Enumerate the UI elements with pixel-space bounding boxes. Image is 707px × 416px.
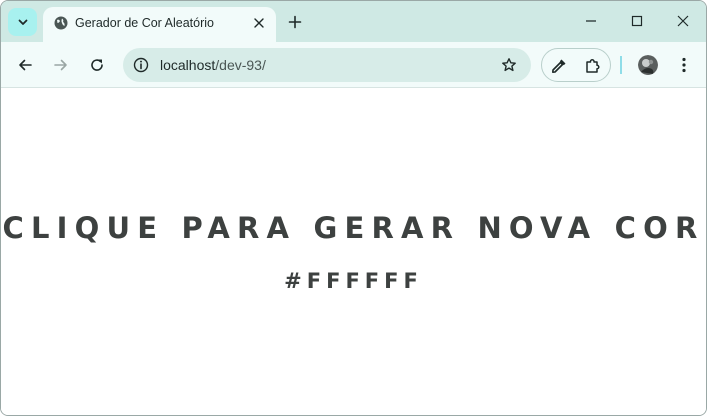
maximize-button[interactable] xyxy=(626,11,648,31)
close-icon xyxy=(677,15,689,27)
tab-active[interactable]: Gerador de Cor Aleatório xyxy=(43,7,276,43)
maximize-icon xyxy=(631,15,643,27)
puzzle-icon xyxy=(586,59,600,73)
address-bar[interactable]: localhost/dev-93/ xyxy=(123,48,531,82)
page-viewport[interactable]: CLIQUE PARA GERAR NOVA COR #FFFFFF xyxy=(1,89,706,415)
back-button[interactable] xyxy=(14,54,36,76)
plus-icon xyxy=(288,15,302,29)
globe-icon xyxy=(54,16,68,30)
toolbar-separator xyxy=(620,56,622,74)
tab-title: Gerador de Cor Aleatório xyxy=(75,16,214,30)
arrow-left-icon xyxy=(19,59,32,71)
eyedropper-icon xyxy=(552,59,566,73)
profile-avatar-button[interactable] xyxy=(638,55,658,75)
browser-menu-button[interactable] xyxy=(675,54,693,76)
browser-toolbar: localhost/dev-93/ xyxy=(1,42,706,88)
chevron-down-icon xyxy=(18,19,27,25)
minimize-button[interactable] xyxy=(580,11,602,31)
url-host: localhost xyxy=(160,57,216,73)
arrow-right-icon xyxy=(54,59,67,71)
generate-color-prompt[interactable]: CLIQUE PARA GERAR NOVA COR xyxy=(1,211,706,245)
tab-strip: Gerador de Cor Aleatório xyxy=(1,1,706,43)
star-icon xyxy=(502,58,516,72)
site-info-icon[interactable] xyxy=(132,56,150,74)
reload-button[interactable] xyxy=(86,54,108,76)
new-tab-button[interactable] xyxy=(285,12,305,32)
reload-icon xyxy=(91,59,103,71)
more-vertical-icon xyxy=(682,57,686,73)
url-text[interactable]: localhost/dev-93/ xyxy=(160,57,266,73)
extensions-button[interactable] xyxy=(583,56,603,76)
color-hex-code: #FFFFFF xyxy=(284,269,423,293)
bookmark-button[interactable] xyxy=(499,55,519,75)
close-icon xyxy=(254,18,264,28)
url-path: /dev-93/ xyxy=(215,57,266,73)
avatar-icon xyxy=(638,55,658,75)
extensions-group xyxy=(541,48,611,82)
minimize-icon xyxy=(586,20,596,22)
close-window-button[interactable] xyxy=(672,11,694,31)
tab-search-button[interactable] xyxy=(8,8,37,36)
forward-button[interactable] xyxy=(50,54,72,76)
browser-window: Gerador de Cor Aleatório localhost/dev-9… xyxy=(0,0,707,416)
tab-close-button[interactable] xyxy=(251,15,267,31)
eyedropper-extension-button[interactable] xyxy=(549,56,569,76)
